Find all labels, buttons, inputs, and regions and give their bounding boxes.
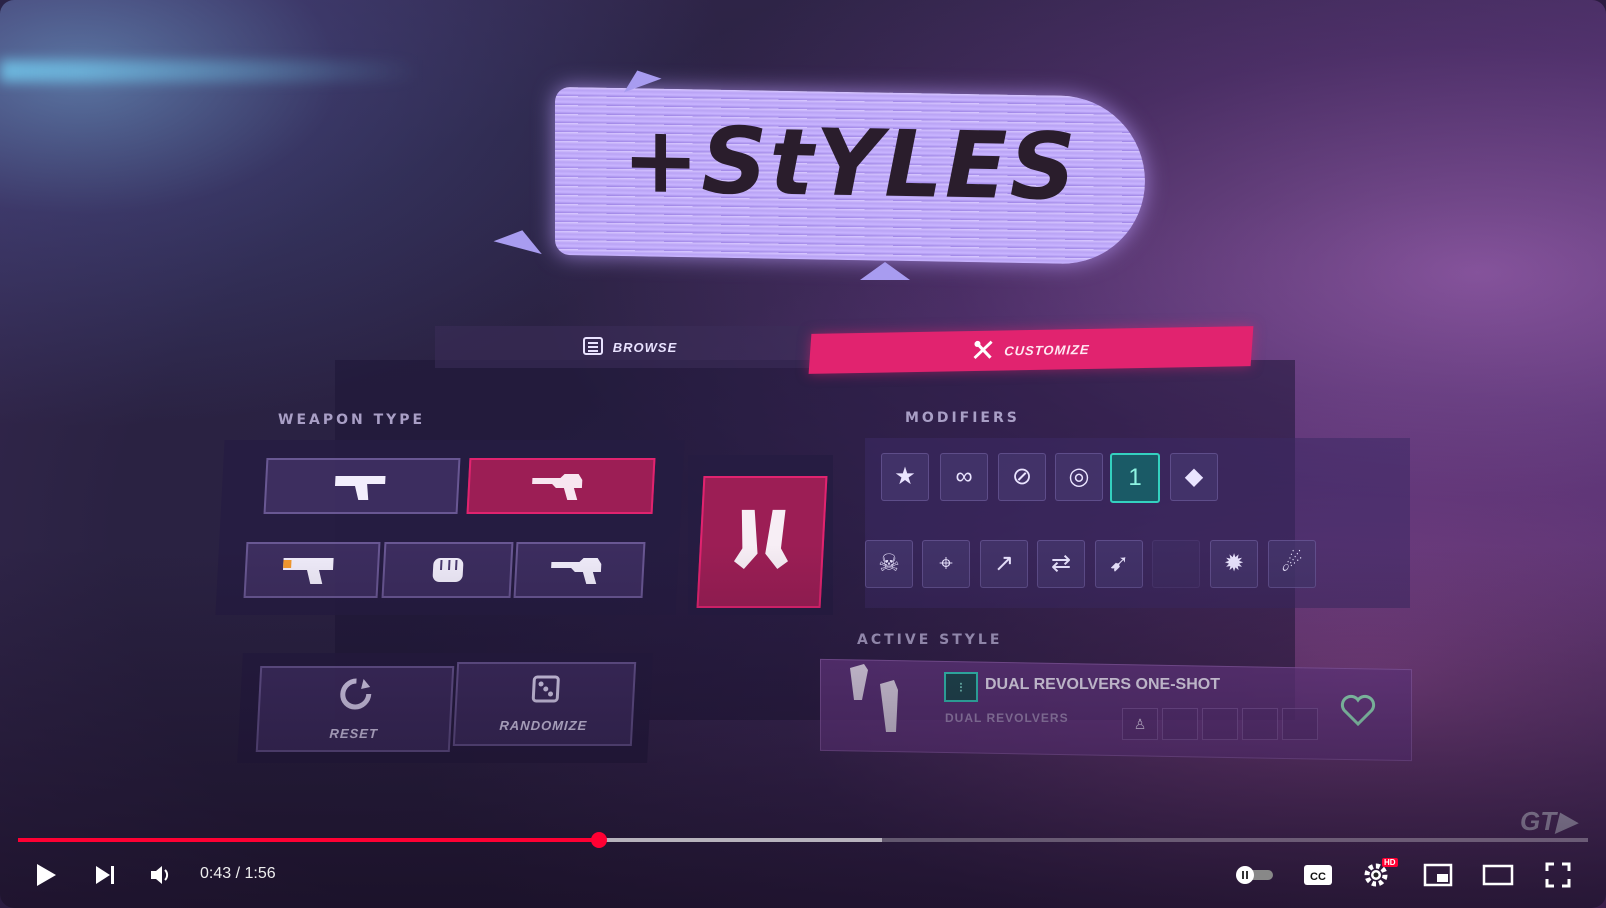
play-button[interactable] xyxy=(28,857,64,893)
reset-label: RESET xyxy=(329,726,379,741)
modifier-crosshair[interactable]: ⌖ xyxy=(922,540,970,588)
lens-flare xyxy=(0,60,420,82)
modifier-ricochet[interactable]: ↗ xyxy=(980,540,1028,588)
gem-icon: ◆ xyxy=(1184,463,1204,490)
modifier-slot xyxy=(1242,708,1278,740)
target-icon: ◎ xyxy=(1068,463,1090,490)
one-shot-icon: ⁝ xyxy=(944,672,978,702)
infinity-icon: ∞ xyxy=(955,463,973,490)
dice-icon xyxy=(530,675,560,708)
randomize-button[interactable]: RANDOMIZE xyxy=(452,662,637,746)
title-shard xyxy=(493,223,547,255)
reset-button[interactable]: RESET xyxy=(255,666,455,752)
randomize-label: RANDOMIZE xyxy=(499,718,588,733)
modifier-ghost-bullet[interactable]: ➹ xyxy=(1095,540,1143,588)
page-title: +StYLES xyxy=(622,106,1078,221)
weapon-type-heading: WEAPON TYPE xyxy=(278,412,426,428)
channel-watermark: GT▶ xyxy=(1520,806,1577,836)
one-shot-icon: 1 xyxy=(1128,464,1142,491)
modifier-slot xyxy=(1282,708,1318,740)
heart-icon[interactable] xyxy=(1340,694,1376,731)
tools-icon xyxy=(971,338,995,363)
progress-played xyxy=(18,838,599,842)
hd-badge: HD xyxy=(1382,858,1398,867)
tab-customize-label: CUSTOMIZE xyxy=(1003,341,1091,358)
skull-icon: ☠ xyxy=(878,550,900,577)
ricochet-icon: ↗ xyxy=(993,550,1015,577)
miniplayer-icon xyxy=(1423,863,1453,887)
active-style-name: DUAL REVOLVERS ONE-SHOT xyxy=(985,676,1220,693)
badge-star-icon: ★ xyxy=(894,463,916,490)
modifier-empty-slot xyxy=(1152,540,1200,588)
tab-browse-label: BROWSE xyxy=(612,339,678,355)
modifier-fire-bullets[interactable]: ☄ xyxy=(1268,540,1316,588)
tab-browse[interactable]: BROWSE xyxy=(435,326,825,368)
weapon-revolver-alt-button[interactable] xyxy=(513,542,646,598)
modifier-infinity[interactable]: ∞ xyxy=(940,453,988,501)
dual-revolvers-icon xyxy=(840,660,920,745)
weapon-revolver-button[interactable] xyxy=(466,458,656,514)
modifier-slot: ♙ xyxy=(1122,708,1158,740)
autoplay-icon xyxy=(1236,866,1273,884)
play-icon xyxy=(37,864,56,886)
cc-icon: CC xyxy=(1304,865,1332,885)
one-shot-icon: ♙ xyxy=(1133,716,1147,732)
svg-text:CC: CC xyxy=(1310,871,1326,883)
modifiers-heading: MODIFIERS xyxy=(905,410,1020,426)
weapon-blaster-button[interactable] xyxy=(243,542,381,598)
progress-scrubber[interactable] xyxy=(590,832,607,848)
fire-bullets-icon: ☄ xyxy=(1281,550,1303,577)
modifier-one-shot[interactable]: 1 xyxy=(1110,453,1160,503)
next-button[interactable] xyxy=(87,857,123,893)
title-banner: +StYLES xyxy=(555,86,1145,266)
weapon-preview xyxy=(696,476,828,608)
fist-icon xyxy=(432,558,463,582)
swap-icon: ⇄ xyxy=(1050,550,1072,577)
modifier-swap[interactable]: ⇄ xyxy=(1037,540,1085,588)
modifier-slot xyxy=(1162,708,1198,740)
modifier-gem[interactable]: ◆ xyxy=(1170,453,1218,501)
no-ammo-icon: ⊘ xyxy=(1011,463,1033,490)
active-style-weapon: DUAL REVOLVERS xyxy=(945,711,1069,725)
revolver-icon xyxy=(532,474,583,500)
time-display: 0:43 / 1:56 xyxy=(200,865,276,882)
video-frame[interactable]: +StYLES BROWSE CUSTOMIZE WEAPON TYPE MOD… xyxy=(0,0,1606,908)
fullscreen-icon xyxy=(1545,862,1571,888)
miniplayer-button[interactable] xyxy=(1420,857,1456,893)
crosshair-icon: ⌖ xyxy=(939,550,953,577)
fullscreen-button[interactable] xyxy=(1540,857,1576,893)
modifier-no-ammo[interactable]: ⊘ xyxy=(998,453,1046,501)
modifier-badge-star[interactable]: ★ xyxy=(881,453,929,501)
autoplay-toggle[interactable] xyxy=(1232,857,1276,893)
weapon-fist-button[interactable] xyxy=(381,542,514,598)
theater-mode-button[interactable] xyxy=(1480,857,1516,893)
revolver-icon xyxy=(550,558,601,584)
list-icon xyxy=(582,336,603,359)
title-shard xyxy=(860,262,910,280)
tab-customize[interactable]: CUSTOMIZE xyxy=(808,326,1254,374)
ghost-bullet-icon: ➹ xyxy=(1108,550,1130,577)
mute-button[interactable] xyxy=(143,857,179,893)
video-player[interactable]: +StYLES BROWSE CUSTOMIZE WEAPON TYPE MOD… xyxy=(0,0,1606,908)
weapon-pistol-button[interactable] xyxy=(263,458,461,514)
dual-pistols-icon xyxy=(733,509,788,569)
progress-bar[interactable] xyxy=(18,832,1588,848)
blaster-icon xyxy=(283,558,334,584)
theater-icon xyxy=(1482,864,1514,886)
volume-icon xyxy=(151,866,169,884)
modifier-skull[interactable]: ☠ xyxy=(865,540,913,588)
modifier-target[interactable]: ◎ xyxy=(1055,453,1103,501)
skip-next-icon xyxy=(96,866,114,884)
refresh-icon xyxy=(338,677,374,716)
captions-button[interactable]: CC xyxy=(1300,857,1336,893)
pistol-icon xyxy=(335,476,386,500)
explosive-icon: ✹ xyxy=(1223,550,1245,577)
modifier-explosive[interactable]: ✹ xyxy=(1210,540,1258,588)
active-style-heading: ACTIVE STYLE xyxy=(857,632,1003,648)
modifier-slot xyxy=(1202,708,1238,740)
